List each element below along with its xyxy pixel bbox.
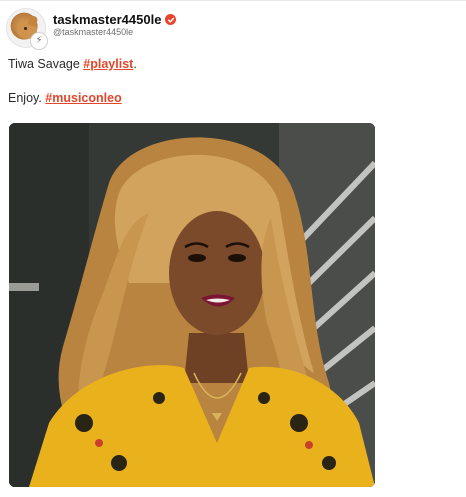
post-text: Enjoy.	[8, 91, 46, 105]
post-text-punctuation: .	[133, 57, 137, 71]
author-name-row: taskmaster4450le	[53, 12, 177, 27]
author-avatar-wrapper[interactable]: ⚡	[6, 8, 48, 50]
post-text-line-2: Enjoy. #musiconleo	[8, 91, 122, 105]
lightning-icon: ⚡	[30, 32, 48, 50]
avatar-eye	[24, 27, 27, 30]
hashtag-playlist-link[interactable]: #playlist	[83, 57, 133, 71]
post-text-line-1: Tiwa Savage #playlist.	[8, 57, 137, 71]
author-username[interactable]: taskmaster4450le	[53, 12, 161, 27]
verified-check-icon	[165, 14, 177, 25]
post-card: ⚡ taskmaster4450le @taskmaster4450le Tiw…	[0, 0, 466, 497]
post-text: Tiwa Savage	[8, 57, 84, 71]
portrait-illustration	[9, 123, 375, 487]
hashtag-musiconleo-link[interactable]: #musiconleo	[45, 91, 121, 105]
author-handle[interactable]: @taskmaster4450le	[53, 27, 133, 37]
avatar-ear	[27, 14, 39, 28]
post-image[interactable]	[9, 123, 375, 487]
